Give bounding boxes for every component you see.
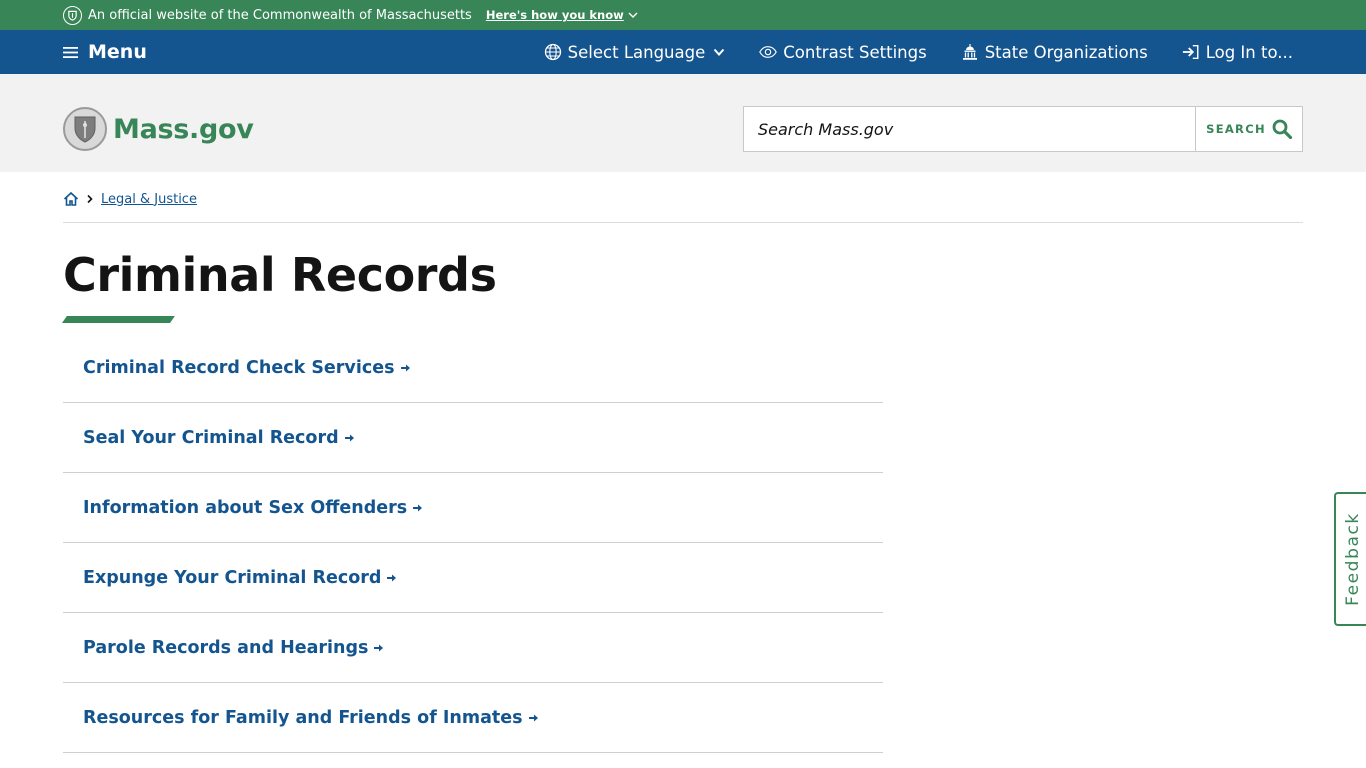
- link-label: Information about Sex Offenders: [83, 497, 408, 518]
- link-resources-for-family-and-friends[interactable]: Resources for Family and Friends of Inma…: [83, 708, 539, 728]
- menu-button[interactable]: Menu: [63, 30, 147, 74]
- how-you-know-link[interactable]: Here's how you know: [486, 8, 638, 22]
- sign-in-icon: [1182, 44, 1199, 60]
- search-icon: [1272, 119, 1292, 139]
- list-item: Parole Records and Hearings: [63, 613, 883, 683]
- breadcrumb-item-legal-justice[interactable]: Legal & Justice: [101, 192, 197, 207]
- search-input[interactable]: [743, 106, 1196, 152]
- language-select[interactable]: Select Language: [544, 43, 726, 62]
- log-in-label: Log In to...: [1205, 42, 1293, 62]
- language-label: Select Language: [567, 42, 706, 62]
- arrow-right-icon: [344, 434, 354, 441]
- contrast-settings-button[interactable]: Contrast Settings: [759, 42, 927, 62]
- list-item: Seal Your Criminal Record: [63, 403, 883, 473]
- link-label: Expunge Your Criminal Record: [83, 567, 382, 588]
- list-item: Expunge Your Criminal Record: [63, 543, 883, 613]
- criminal-records-links: Criminal Record Check Services Seal Your…: [63, 333, 883, 753]
- arrow-right-icon: [400, 364, 410, 371]
- how-you-know-label: Here's how you know: [485, 8, 624, 22]
- link-label: Criminal Record Check Services: [83, 357, 395, 378]
- arrow-right-icon: [528, 714, 538, 721]
- link-label: Seal Your Criminal Record: [83, 427, 339, 448]
- capitol-building-icon: [962, 44, 977, 60]
- official-banner-text: An official website of the Commonwealth …: [88, 7, 472, 23]
- page-title: Criminal Records: [63, 248, 497, 302]
- breadcrumb: Legal & Justice: [63, 191, 197, 207]
- link-label: Parole Records and Hearings: [83, 637, 369, 658]
- utility-nav: Menu Select Language Contrast Settings S…: [0, 30, 1366, 74]
- official-banner: An official website of the Commonwealth …: [0, 0, 1366, 30]
- menu-label: Menu: [88, 41, 147, 63]
- state-organizations-label: State Organizations: [984, 42, 1148, 62]
- site-header: Mass.gov SEARCH: [0, 74, 1366, 172]
- utility-items: Select Language Contrast Settings State …: [510, 30, 1293, 74]
- mass-gov-logo[interactable]: Mass.gov: [63, 107, 254, 151]
- link-seal-your-criminal-record[interactable]: Seal Your Criminal Record: [83, 428, 355, 448]
- globe-icon: [544, 43, 561, 61]
- state-seal-icon: [63, 5, 82, 25]
- feedback-tab[interactable]: Feedback: [1334, 492, 1366, 626]
- hamburger-icon: [63, 46, 78, 58]
- eye-icon: [759, 46, 778, 58]
- title-underline: [62, 316, 175, 323]
- link-criminal-record-check-services[interactable]: Criminal Record Check Services: [83, 358, 411, 378]
- arrow-right-icon: [413, 504, 423, 511]
- home-icon[interactable]: [63, 191, 79, 207]
- link-information-about-sex-offenders[interactable]: Information about Sex Offenders: [83, 498, 423, 518]
- list-item: Criminal Record Check Services: [63, 333, 883, 403]
- breadcrumb-divider: [63, 222, 1303, 223]
- chevron-down-icon: [714, 48, 725, 56]
- arrow-right-icon: [374, 644, 384, 651]
- state-organizations-button[interactable]: State Organizations: [961, 43, 1148, 62]
- contrast-label: Contrast Settings: [783, 42, 927, 62]
- search-form: SEARCH: [743, 106, 1303, 152]
- list-item: Information about Sex Offenders: [63, 473, 883, 543]
- logo-text: Mass.gov: [113, 113, 254, 145]
- state-seal-icon: [63, 107, 107, 151]
- feedback-label: Feedback: [1343, 512, 1364, 606]
- chevron-down-icon: [628, 12, 638, 18]
- search-button-label: SEARCH: [1206, 122, 1266, 136]
- arrow-right-icon: [387, 574, 397, 581]
- list-item: Resources for Family and Friends of Inma…: [63, 683, 883, 753]
- link-parole-records-and-hearings[interactable]: Parole Records and Hearings: [83, 638, 384, 658]
- link-expunge-your-criminal-record[interactable]: Expunge Your Criminal Record: [83, 568, 397, 588]
- log-in-button[interactable]: Log In to...: [1182, 43, 1293, 62]
- link-label: Resources for Family and Friends of Inma…: [83, 707, 523, 728]
- search-button[interactable]: SEARCH: [1196, 106, 1303, 152]
- chevron-right-icon: [85, 194, 95, 204]
